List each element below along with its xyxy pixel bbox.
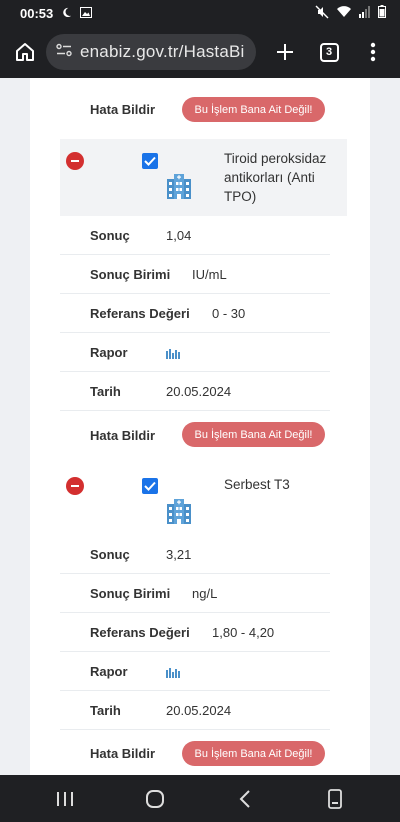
result-label: Sonuç	[90, 227, 130, 243]
date-label: Tarih	[90, 383, 121, 399]
date-value: 20.05.2024	[166, 702, 232, 718]
date-label: Tarih	[90, 702, 121, 718]
tabs-button[interactable]: 3	[312, 35, 346, 69]
recents-icon	[57, 791, 73, 806]
result-row: Sonuç 3,21	[60, 535, 330, 574]
test-name-line: Tiroid peroksidaz	[224, 151, 327, 166]
moon-icon	[61, 6, 72, 21]
reference-row: Referans Değeri 0 - 30	[60, 294, 330, 333]
report-row: Rapor	[60, 652, 330, 691]
new-tab-button[interactable]	[268, 35, 302, 69]
reference-label: Referans Değeri	[90, 624, 190, 640]
remove-test-button[interactable]	[66, 152, 84, 170]
test-name: Tiroid peroksidaz antikorları (Anti TPO)	[224, 149, 344, 206]
unit-row: Sonuç Birimi IU/mL	[60, 255, 330, 294]
unit-label: Sonuç Birimi	[90, 585, 171, 601]
check-icon	[144, 156, 156, 166]
mute-icon	[315, 5, 329, 22]
test-checkbox[interactable]	[142, 478, 158, 494]
tab-count: 3	[319, 42, 339, 62]
status-time: 00:53	[20, 5, 54, 21]
date-value: 20.05.2024	[166, 383, 232, 399]
url-bar[interactable]: enabiz.gov.tr/HastaBi	[46, 34, 256, 70]
reference-value: 0 - 30	[212, 305, 246, 321]
battery-icon	[378, 5, 386, 21]
reference-row: Referans Değeri 1,80 - 4,20	[60, 613, 330, 652]
home-nav-button[interactable]	[135, 779, 175, 819]
more-menu-button[interactable]	[356, 35, 390, 69]
report-label: Rapor	[90, 344, 128, 360]
result-row: Sonuç 1,04	[60, 216, 330, 255]
hospital-icon	[166, 173, 192, 205]
home-circle-icon	[146, 789, 164, 808]
signal-icon	[359, 5, 371, 21]
browser-toolbar: enabiz.gov.tr/HastaBi 3	[0, 26, 400, 78]
reference-value: 1,80 - 4,20	[212, 624, 275, 640]
remove-test-button[interactable]	[66, 477, 84, 495]
wifi-icon	[336, 5, 352, 21]
unit-value: ng/L	[192, 585, 218, 601]
test-name-line: antikorları (Anti	[224, 170, 315, 185]
report-row: Rapor	[60, 333, 330, 372]
reference-label: Referans Değeri	[90, 305, 190, 321]
plus-icon	[277, 44, 293, 60]
bar-chart-icon[interactable]	[166, 347, 180, 362]
error-report-label: Hata Bildir	[90, 428, 156, 443]
test-name-line: Serbest T3	[224, 477, 290, 492]
back-button[interactable]	[225, 779, 265, 819]
test-name: Serbest T3	[224, 475, 344, 494]
hospital-icon	[166, 498, 192, 530]
status-bar: 00:53	[0, 0, 400, 26]
gallery-icon	[80, 6, 93, 21]
not-mine-button[interactable]: Bu İşlem Bana Ait Değil!	[182, 422, 325, 447]
test-checkbox[interactable]	[142, 153, 158, 169]
date-row: Tarih 20.05.2024	[60, 691, 330, 730]
unit-label: Sonuç Birimi	[90, 266, 171, 282]
unit-value: IU/mL	[192, 266, 227, 282]
date-row: Tarih 20.05.2024	[60, 372, 330, 411]
site-settings-icon[interactable]	[56, 43, 72, 62]
error-report-label: Hata Bildir	[90, 746, 156, 761]
not-mine-button[interactable]: Bu İşlem Bana Ait Değil!	[182, 741, 325, 766]
phone-icon	[328, 788, 342, 809]
result-value: 1,04	[166, 227, 192, 243]
result-label: Sonuç	[90, 546, 130, 562]
url-text[interactable]: enabiz.gov.tr/HastaBi	[80, 42, 245, 62]
screenshot-button[interactable]	[315, 779, 355, 819]
not-mine-button[interactable]: Bu İşlem Bana Ait Değil!	[182, 97, 325, 122]
page-content: Hata Bildir Bu İşlem Bana Ait Değil! Tir…	[0, 78, 400, 775]
more-vert-icon	[370, 42, 376, 62]
test-name-line: TPO)	[224, 189, 257, 204]
report-label: Rapor	[90, 663, 128, 679]
check-icon	[144, 481, 156, 491]
recent-apps-button[interactable]	[45, 779, 85, 819]
error-report-label: Hata Bildir	[90, 102, 156, 117]
back-chevron-icon	[239, 789, 250, 808]
result-value: 3,21	[166, 546, 192, 562]
bar-chart-icon[interactable]	[166, 666, 180, 681]
unit-row: Sonuç Birimi ng/L	[60, 574, 330, 613]
home-icon	[16, 43, 34, 61]
system-nav-bar	[0, 775, 400, 822]
home-button[interactable]	[10, 37, 40, 67]
